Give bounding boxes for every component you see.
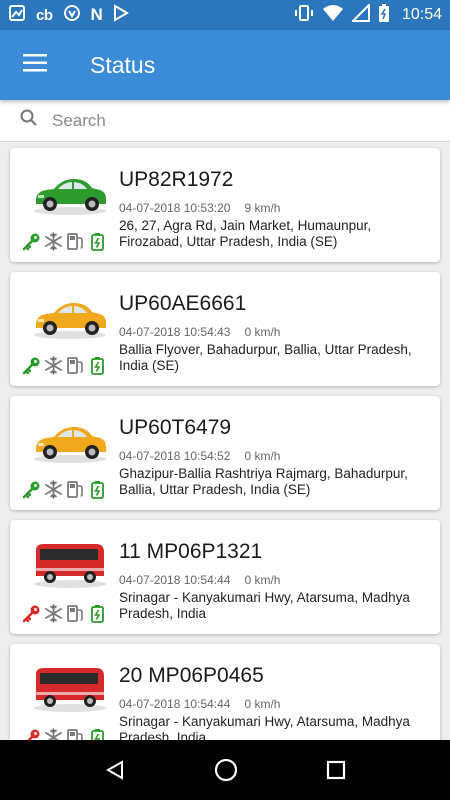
car-icon — [30, 290, 110, 342]
vehicle-speed: 0 km/h — [244, 325, 281, 339]
vehicle-address: Ballia Flyover, Bahadurpur, Ballia, Utta… — [119, 342, 412, 373]
system-nav-bar — [0, 740, 450, 800]
play-store-notification-icon — [113, 3, 129, 27]
signal-icon — [350, 2, 370, 27]
fuel-pump-icon — [66, 728, 85, 740]
vehicle-card[interactable]: UP60T6479 04-07-2018 10:54:52 0 km/h Ghazip… — [10, 396, 440, 510]
vehicle-address: 26, 27, Agra Rd, Jain Market, Humaunpur,… — [119, 218, 372, 249]
n-notification-icon: N — [90, 5, 103, 24]
ac-snowflake-icon — [44, 604, 63, 623]
vehicle-card[interactable]: UP60AE6661 04-07-2018 10:54:43 0 km/h Balli… — [10, 272, 440, 386]
system-icons: 10:54 — [294, 2, 442, 28]
vehicle-meta: 04-07-2018 10:54:44 0 km/h — [119, 573, 280, 587]
vehicle-speed: 0 km/h — [244, 573, 281, 587]
notification-icons: cb N — [8, 3, 294, 27]
car-icon — [30, 166, 110, 218]
ignition-key-icon — [22, 604, 41, 623]
fuel-pump-icon — [66, 604, 85, 623]
vehicle-card[interactable]: 20 MP06P0465 04-07-2018 10:54:44 0 km/h Sri… — [10, 644, 440, 740]
ignition-key-icon — [22, 356, 41, 375]
gallery-notification-icon — [8, 4, 26, 27]
vibrate-icon — [294, 4, 314, 27]
fuel-pump-icon — [66, 480, 85, 499]
vehicle-plate: 11 MP06P1321 — [119, 540, 263, 563]
bus-icon — [30, 662, 110, 714]
status-icons — [22, 604, 107, 623]
vehicle-plate: UP82R1972 — [119, 168, 234, 191]
vehicle-meta: 04-07-2018 10:54:43 0 km/h — [119, 325, 280, 339]
battery-icon — [88, 480, 107, 499]
status-icons — [22, 728, 107, 740]
search-bar — [0, 100, 450, 142]
ac-snowflake-icon — [44, 356, 63, 375]
battery-icon — [88, 356, 107, 375]
vehicle-plate: 20 MP06P0465 — [119, 664, 264, 687]
battery-icon — [88, 232, 107, 251]
recents-icon[interactable] — [326, 760, 346, 780]
vehicle-speed: 0 km/h — [244, 449, 281, 463]
vehicle-card[interactable]: UP82R1972 04-07-2018 10:53:20 9 km/h 26, 27… — [10, 148, 440, 262]
last-update-time: 04-07-2018 10:54:44 — [119, 697, 231, 711]
vehicle-address: Ghazipur-Ballia Rashtriya Rajmarg, Bahad… — [119, 466, 408, 497]
battery-icon — [88, 604, 107, 623]
car-icon — [30, 414, 110, 466]
last-update-time: 04-07-2018 10:54:43 — [119, 325, 231, 339]
vehicle-plate: UP60AE6661 — [119, 292, 247, 315]
vehicle-speed: 9 km/h — [244, 201, 281, 215]
ac-snowflake-icon — [44, 480, 63, 499]
status-icons — [22, 232, 107, 251]
back-icon[interactable] — [104, 759, 126, 781]
battery-charging-icon — [378, 3, 390, 28]
status-icons — [22, 356, 107, 375]
vehicle-speed: 0 km/h — [244, 697, 281, 711]
fuel-pump-icon — [66, 232, 85, 251]
cb-notification-icon: cb — [36, 6, 53, 24]
fuel-pump-icon — [66, 356, 85, 375]
ignition-key-icon — [22, 480, 41, 499]
vehicle-card[interactable]: 11 MP06P1321 04-07-2018 10:54:44 0 km/h Sri… — [10, 520, 440, 634]
menu-button[interactable] — [0, 30, 70, 100]
search-input[interactable] — [52, 110, 412, 131]
vehicle-meta: 04-07-2018 10:54:52 0 km/h — [119, 449, 280, 463]
battery-icon — [88, 728, 107, 740]
last-update-time: 04-07-2018 10:53:20 — [119, 201, 231, 215]
vehicle-address: Srinagar - Kanyakumari Hwy, Atarsuma, Ma… — [119, 590, 410, 621]
ignition-key-icon — [22, 232, 41, 251]
app-bar: Status — [0, 30, 450, 100]
page-title: Status — [90, 51, 156, 78]
last-update-time: 04-07-2018 10:54:52 — [119, 449, 231, 463]
search-icon — [20, 109, 38, 132]
vehicle-plate: UP60T6479 — [119, 416, 232, 439]
status-bar: cb N 10:54 — [0, 0, 450, 30]
ignition-key-icon — [22, 728, 41, 740]
wifi-icon — [322, 4, 344, 27]
home-icon[interactable] — [214, 758, 238, 782]
vehicle-list[interactable]: UP82R1972 04-07-2018 10:53:20 9 km/h 26, 27… — [0, 142, 450, 740]
clock: 10:54 — [401, 6, 442, 23]
vehicle-meta: 04-07-2018 10:54:44 0 km/h — [119, 697, 280, 711]
vehicle-address: Srinagar - Kanyakumari Hwy, Atarsuma, Ma… — [119, 714, 410, 740]
vehicle-meta: 04-07-2018 10:53:20 9 km/h — [119, 201, 280, 215]
ac-snowflake-icon — [44, 728, 63, 740]
status-icons — [22, 480, 107, 499]
hamburger-menu-icon — [23, 53, 47, 77]
ac-snowflake-icon — [44, 232, 63, 251]
last-update-time: 04-07-2018 10:54:44 — [119, 573, 231, 587]
vpn-notification-icon — [63, 4, 81, 27]
bus-icon — [30, 538, 110, 590]
